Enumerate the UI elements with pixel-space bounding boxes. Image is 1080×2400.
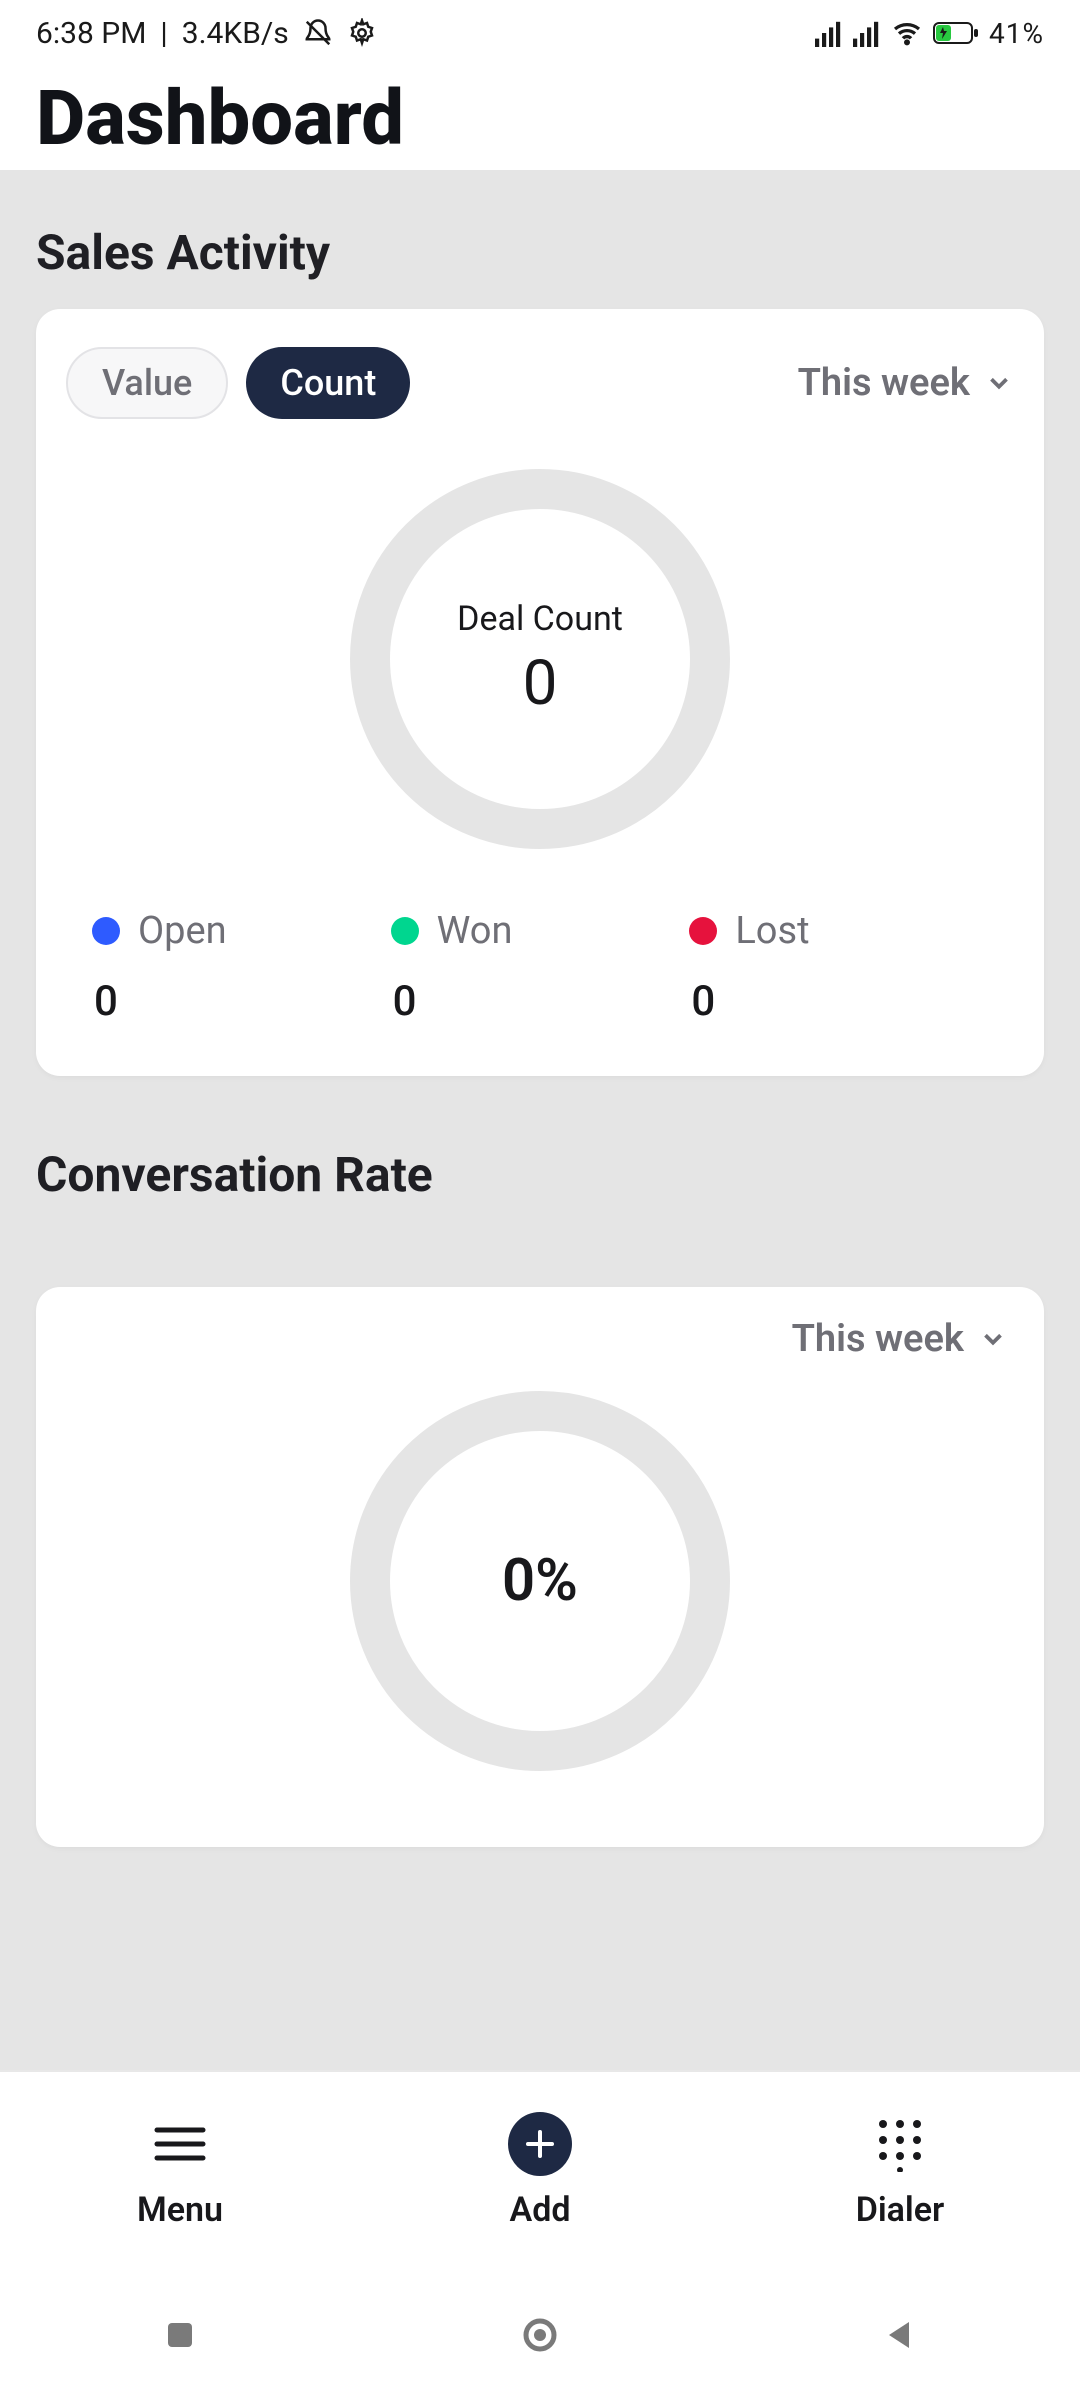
donut-label: Deal Count (457, 599, 623, 639)
conversation-rate-card: This week 0% (36, 1287, 1044, 1847)
legend-value-lost: 0 (691, 977, 988, 1026)
nav-label-add: Add (510, 2190, 571, 2230)
nav-label-dialer: Dialer (856, 2190, 945, 2230)
legend-dot-lost (689, 917, 717, 945)
deal-legend: Open 0 Won 0 Lost 0 (66, 879, 1014, 1046)
legend-label-open: Open (138, 909, 227, 953)
status-battery-text: 41% (989, 17, 1044, 50)
app-header: Dashboard (0, 66, 1080, 170)
page-title: Dashboard (36, 73, 404, 163)
sys-recent-button[interactable] (160, 2315, 200, 2355)
section-title-conversation-rate: Conversation Rate (0, 1076, 1080, 1231)
status-bar: 6:38 PM | 3.4KB/s (0, 0, 1080, 66)
chevron-down-icon (984, 368, 1014, 398)
legend-dot-won (391, 917, 419, 945)
signal-icon (815, 19, 843, 47)
system-nav-bar (0, 2270, 1080, 2400)
period-selector-conv[interactable]: This week (792, 1317, 1008, 1361)
sales-activity-card: Value Count This week Deal Count 0 (36, 309, 1044, 1076)
wifi-icon (891, 17, 923, 49)
gear-icon (347, 18, 377, 48)
sys-back-button[interactable] (880, 2315, 920, 2355)
metric-toggle: Value Count (66, 347, 410, 419)
dialpad-icon (875, 2112, 925, 2176)
toggle-value[interactable]: Value (66, 347, 228, 419)
period-selector-sales[interactable]: This week (798, 361, 1014, 405)
legend-open: Open 0 (92, 909, 391, 1026)
legend-value-open: 0 (94, 977, 391, 1026)
legend-value-won: 0 (393, 977, 690, 1026)
signal-icon-2 (853, 19, 881, 47)
app-bottom-nav: Menu Add Dialer (0, 2070, 1080, 2270)
nav-dialer[interactable]: Dialer (800, 2112, 1000, 2230)
legend-lost: Lost 0 (689, 909, 988, 1026)
menu-icon (153, 2112, 207, 2176)
conversation-rate-donut: 0% (350, 1391, 730, 1771)
sys-home-button[interactable] (520, 2315, 560, 2355)
legend-dot-open (92, 917, 120, 945)
battery-icon (933, 20, 979, 46)
status-net-speed: 3.4KB/s (182, 16, 289, 51)
period-label: This week (798, 361, 970, 405)
mute-icon (303, 18, 333, 48)
legend-label-won: Won (437, 909, 513, 953)
conversation-rate-value: 0% (502, 1547, 578, 1615)
plus-icon (508, 2112, 572, 2176)
nav-add[interactable]: Add (440, 2112, 640, 2230)
status-divider: | (160, 16, 167, 51)
nav-menu[interactable]: Menu (80, 2112, 280, 2230)
nav-label-menu: Menu (137, 2190, 223, 2230)
status-time: 6:38 PM (36, 16, 146, 51)
section-title-sales-activity: Sales Activity (0, 170, 1080, 309)
legend-won: Won 0 (391, 909, 690, 1026)
chevron-down-icon (978, 1324, 1008, 1354)
legend-label-lost: Lost (735, 909, 809, 953)
period-label: This week (792, 1317, 964, 1361)
deal-count-donut: Deal Count 0 (350, 469, 730, 849)
toggle-count[interactable]: Count (246, 347, 410, 419)
donut-value: 0 (523, 647, 558, 720)
